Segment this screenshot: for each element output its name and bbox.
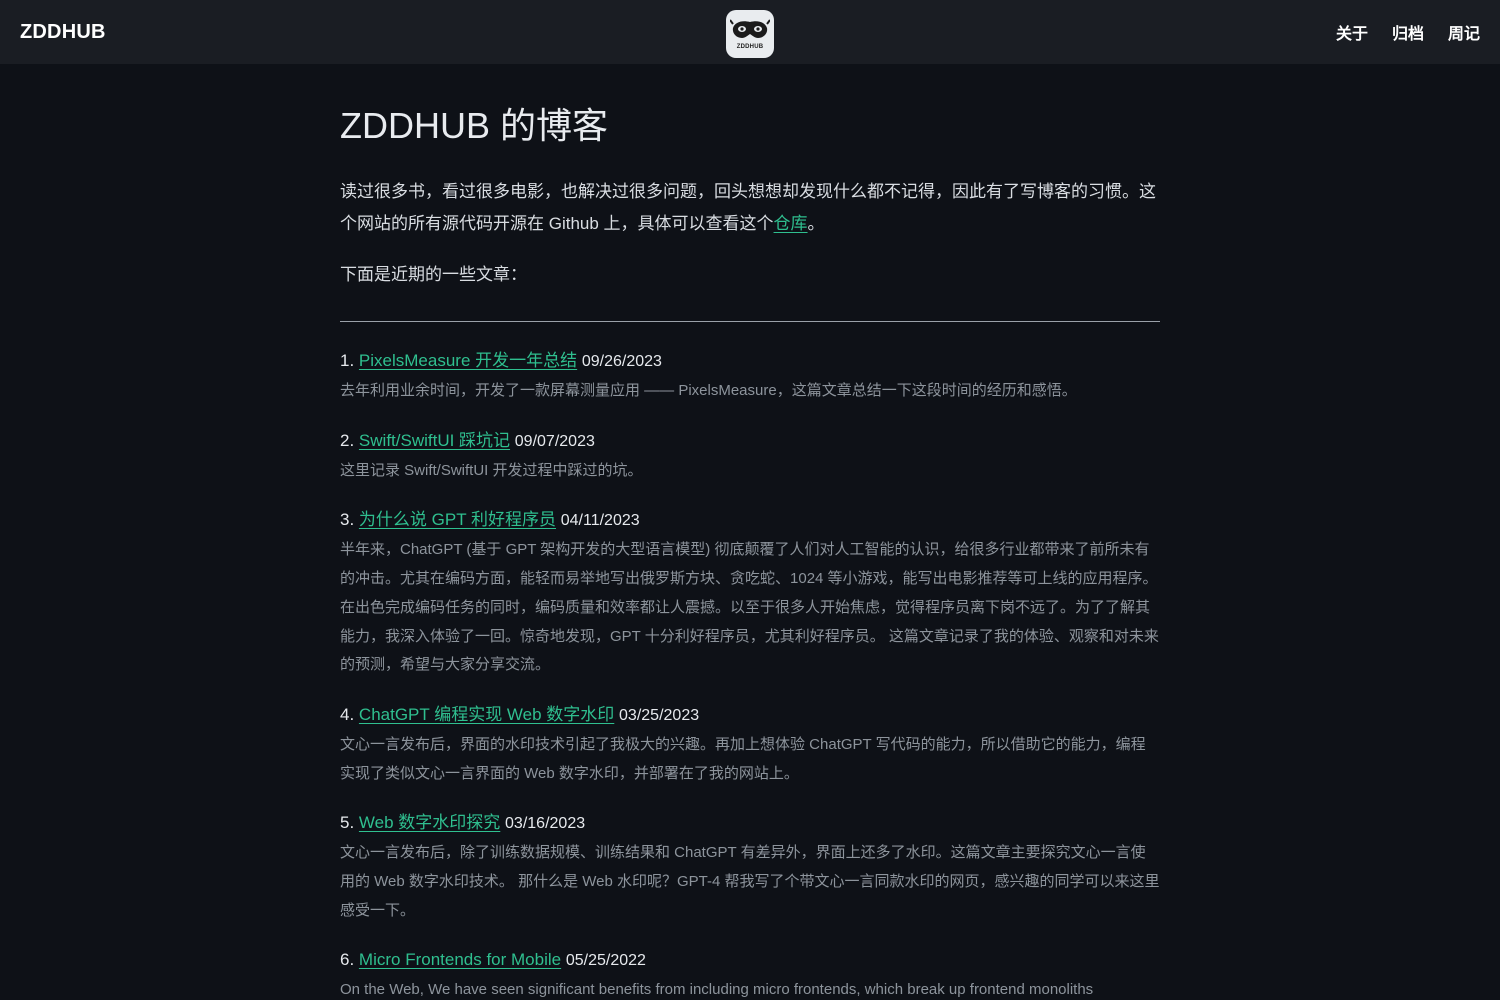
post-item: 5. Web 数字水印探究 03/16/2023 文心一言发布后，除了训练数据规… xyxy=(340,810,1160,925)
post-number: 3. xyxy=(340,510,355,530)
post-title-link[interactable]: Web 数字水印探究 xyxy=(359,813,500,832)
main-nav: 关于 归档 周记 xyxy=(1336,20,1480,44)
post-date: 09/07/2023 xyxy=(514,432,595,450)
post-date: 03/16/2023 xyxy=(505,815,586,833)
post-title-link[interactable]: 为什么说 GPT 利好程序员 xyxy=(359,510,556,529)
post-list: 1. PixelsMeasure 开发一年总结 09/26/2023 去年利用业… xyxy=(340,348,1160,1000)
divider xyxy=(340,321,1160,322)
post-date: 04/11/2023 xyxy=(560,512,640,530)
post-date: 03/25/2023 xyxy=(619,706,700,724)
post-item: 6. Micro Frontends for Mobile 05/25/2022… xyxy=(340,947,1160,1000)
post-number: 6. xyxy=(340,950,355,970)
post-number: 4. xyxy=(340,704,355,724)
repo-link[interactable]: 仓库 xyxy=(774,214,808,233)
post-date: 09/26/2023 xyxy=(581,353,662,370)
post-title-link[interactable]: Micro Frontends for Mobile xyxy=(359,950,561,969)
mask-logo-icon xyxy=(730,19,770,38)
intro-text: 读过很多书，看过很多电影，也解决过很多问题，回头想想却发现什么都不记得，因此有了… xyxy=(340,182,1156,233)
post-number: 1. xyxy=(340,351,355,370)
post-item: 4. ChatGPT 编程实现 Web 数字水印 03/25/2023 文心一言… xyxy=(340,702,1160,788)
brand-link[interactable]: ZDDHUB xyxy=(20,21,106,44)
recent-posts-label: 下面是近期的一些文章： xyxy=(340,265,527,284)
post-title-link[interactable]: Swift/SwiftUI 踩坑记 xyxy=(359,431,510,450)
site-logo[interactable]: ZDDHUB xyxy=(726,10,774,58)
nav-archive[interactable]: 归档 xyxy=(1392,20,1424,44)
post-number: 2. xyxy=(340,430,355,450)
top-navbar: ZDDHUB ZDDHUB 关于 归档 周记 xyxy=(0,0,1500,64)
post-summary: 这里记录 Swift/SwiftUI 开发过程中踩过的坑。 xyxy=(340,461,643,479)
post-item: 1. PixelsMeasure 开发一年总结 09/26/2023 去年利用业… xyxy=(340,348,1160,406)
post-title-link[interactable]: PixelsMeasure 开发一年总结 xyxy=(359,351,577,370)
post-summary: 文心一言发布后，除了训练数据规模、训练结果和 ChatGPT 有差异外，界面上还… xyxy=(340,844,1160,919)
post-summary: On the Web, We have seen significant ben… xyxy=(340,981,1094,999)
post-summary: 去年利用业余时间，开发了一款屏幕测量应用 —— PixelsMeasure，这篇… xyxy=(340,382,1077,399)
nav-about[interactable]: 关于 xyxy=(1336,20,1368,44)
post-title-link[interactable]: ChatGPT 编程实现 Web 数字水印 xyxy=(359,705,614,724)
nav-weekly[interactable]: 周记 xyxy=(1448,20,1480,44)
post-item: 2. Swift/SwiftUI 踩坑记 09/07/2023 这里记录 Swi… xyxy=(340,428,1160,486)
post-date: 05/25/2022 xyxy=(565,952,646,970)
post-item: 3. 为什么说 GPT 利好程序员 04/11/2023 半年来，ChatGPT… xyxy=(340,507,1160,680)
post-summary: 文心一言发布后，界面的水印技术引起了我极大的兴趣。再加上想体验 ChatGPT … xyxy=(340,735,1146,782)
logo-text: ZDDHUB xyxy=(736,44,764,50)
intro-end: 。 xyxy=(807,214,825,233)
page-title: ZDDHUB 的博客 xyxy=(340,105,608,146)
post-summary: 半年来，ChatGPT (基于 GPT 架构开发的大型语言模型) 彻底颠覆了人们… xyxy=(340,541,1159,674)
post-number: 5. xyxy=(340,813,355,833)
main-content: ZDDHUB 的博客 读过很多书，看过很多电影，也解决过很多问题，回头想想却发现… xyxy=(340,64,1160,1000)
intro-paragraph: 读过很多书，看过很多电影，也解决过很多问题，回头想想却发现什么都不记得，因此有了… xyxy=(340,176,1160,240)
